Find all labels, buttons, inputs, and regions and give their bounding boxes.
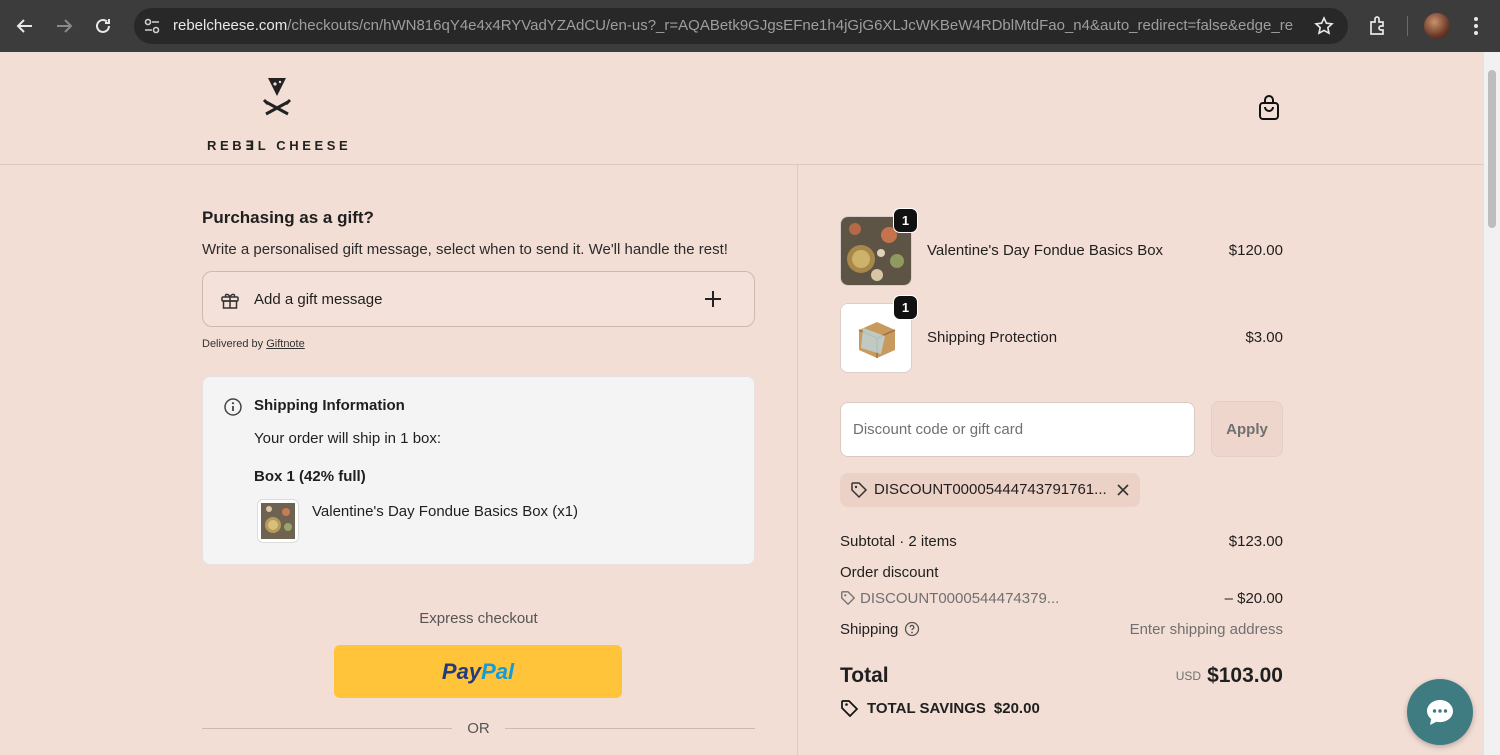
total-savings: TOTAL SAVINGS $20.00 (840, 698, 1040, 718)
subtotal-label: Subtotal · 2 items (840, 533, 957, 550)
info-icon (223, 397, 243, 417)
browser-menu-icon[interactable] (1468, 14, 1484, 38)
url-path: /checkouts/cn/hWN816qY4e4x4RYVadYZAdCU/e… (287, 17, 1293, 34)
order-discount-code: DISCOUNT0000544474379... (860, 590, 1060, 607)
toolbar-divider (1407, 16, 1408, 36)
discount-code-input[interactable] (840, 402, 1195, 457)
paypal-wordmark-pal: Pal (481, 658, 515, 684)
add-gift-message-button[interactable]: Add a gift message (202, 271, 755, 327)
address-bar[interactable]: rebelcheese.com/checkouts/cn/hWN816qY4e4… (134, 8, 1348, 44)
item-name: Shipping Protection (927, 329, 1058, 346)
or-divider: OR (202, 718, 755, 738)
chat-widget-button[interactable] (1407, 679, 1473, 745)
scrollbar-thumb[interactable] (1488, 70, 1496, 228)
browser-toolbar: rebelcheese.com/checkouts/cn/hWN816qY4e4… (0, 0, 1500, 52)
store-logo[interactable]: REB∃L CHEESE (204, 76, 350, 153)
box-item-name: Valentine's Day Fondue Basics Box (x1) (312, 503, 579, 520)
total-value: $103.00 (1207, 664, 1283, 687)
paypal-wordmark-pay: Pay (441, 658, 482, 684)
subtotal-value: $123.00 (1228, 533, 1283, 550)
store-header: REB∃L CHEESE (0, 52, 1484, 165)
applied-discount-code: DISCOUNT00005444743791761... (874, 481, 1107, 498)
delivered-by-text: Delivered by Giftnote (202, 338, 305, 350)
total-currency: USD (1175, 669, 1202, 683)
tag-icon (850, 481, 868, 499)
apply-discount-button[interactable]: Apply (1211, 401, 1283, 457)
item-price: $3.00 (1245, 329, 1283, 346)
shopping-bag-icon[interactable] (1256, 94, 1282, 122)
column-divider (797, 165, 798, 755)
order-discount-label: Order discount (840, 564, 939, 581)
total-label: Total (840, 664, 889, 687)
gift-title: Purchasing as a gift? (202, 208, 374, 227)
extensions-icon[interactable] (1366, 14, 1390, 38)
quantity-badge: 1 (893, 295, 918, 320)
shipping-info-title: Shipping Information (254, 397, 405, 414)
cart-item: 1 Valentine's Day Fondue Basics Box $120… (840, 208, 1283, 288)
or-text: OR (467, 720, 490, 737)
tag-icon (840, 590, 856, 606)
paypal-button[interactable]: Pay Pal (334, 645, 622, 698)
applied-discount-chip: DISCOUNT00005444743791761... (840, 473, 1140, 507)
cart-item: 1 Shipping Protection $3.00 (840, 295, 1283, 375)
logo-text: REB∃L CHEESE (207, 138, 352, 153)
bookmark-star-icon[interactable] (1314, 16, 1334, 36)
savings-value: $20.00 (993, 700, 1040, 717)
url-host: rebelcheese.com (173, 17, 288, 34)
gift-message-label: Add a gift message (254, 291, 383, 308)
box-fill-label: Box 1 (42% full) (254, 468, 366, 485)
order-discount-value: – $20.00 (1224, 590, 1283, 607)
delivered-by-label: Delivered by (202, 338, 264, 350)
order-discount-code-row: DISCOUNT0000544474379... (840, 590, 1059, 607)
savings-tag-icon (840, 698, 860, 718)
giftnote-link[interactable]: Giftnote (266, 338, 305, 350)
help-icon[interactable] (904, 621, 920, 637)
shipping-label: Shipping (840, 621, 899, 638)
plus-icon (702, 288, 724, 310)
back-icon[interactable] (11, 12, 39, 40)
url-text: rebelcheese.com/checkouts/cn/hWN816qY4e4… (173, 17, 1293, 34)
item-price: $120.00 (1228, 242, 1283, 259)
profile-avatar[interactable] (1424, 13, 1450, 39)
express-checkout-label: Express checkout (419, 610, 538, 627)
shipping-value: Enter shipping address (1129, 621, 1283, 638)
shipping-row: Shipping (840, 621, 920, 638)
shipping-info-line: Your order will ship in 1 box: (254, 430, 442, 447)
forward-icon[interactable] (50, 12, 78, 40)
box-item-thumbnail (257, 499, 299, 543)
quantity-badge: 1 (893, 208, 918, 233)
total-amount: USD $103.00 (1176, 664, 1283, 688)
chat-bubble-icon (1427, 700, 1453, 725)
remove-discount-icon[interactable] (1115, 482, 1131, 498)
site-info-icon[interactable] (142, 16, 162, 36)
savings-label: TOTAL SAVINGS (867, 700, 986, 717)
item-name: Valentine's Day Fondue Basics Box (927, 242, 1164, 259)
gift-subtitle: Write a personalised gift message, selec… (202, 241, 728, 258)
reload-icon[interactable] (89, 12, 117, 40)
gift-icon (220, 290, 240, 310)
page-scrollbar[interactable] (1484, 52, 1500, 755)
shipping-info-card: Shipping Information Your order will shi… (202, 376, 755, 565)
logo-mark-icon (262, 78, 292, 116)
